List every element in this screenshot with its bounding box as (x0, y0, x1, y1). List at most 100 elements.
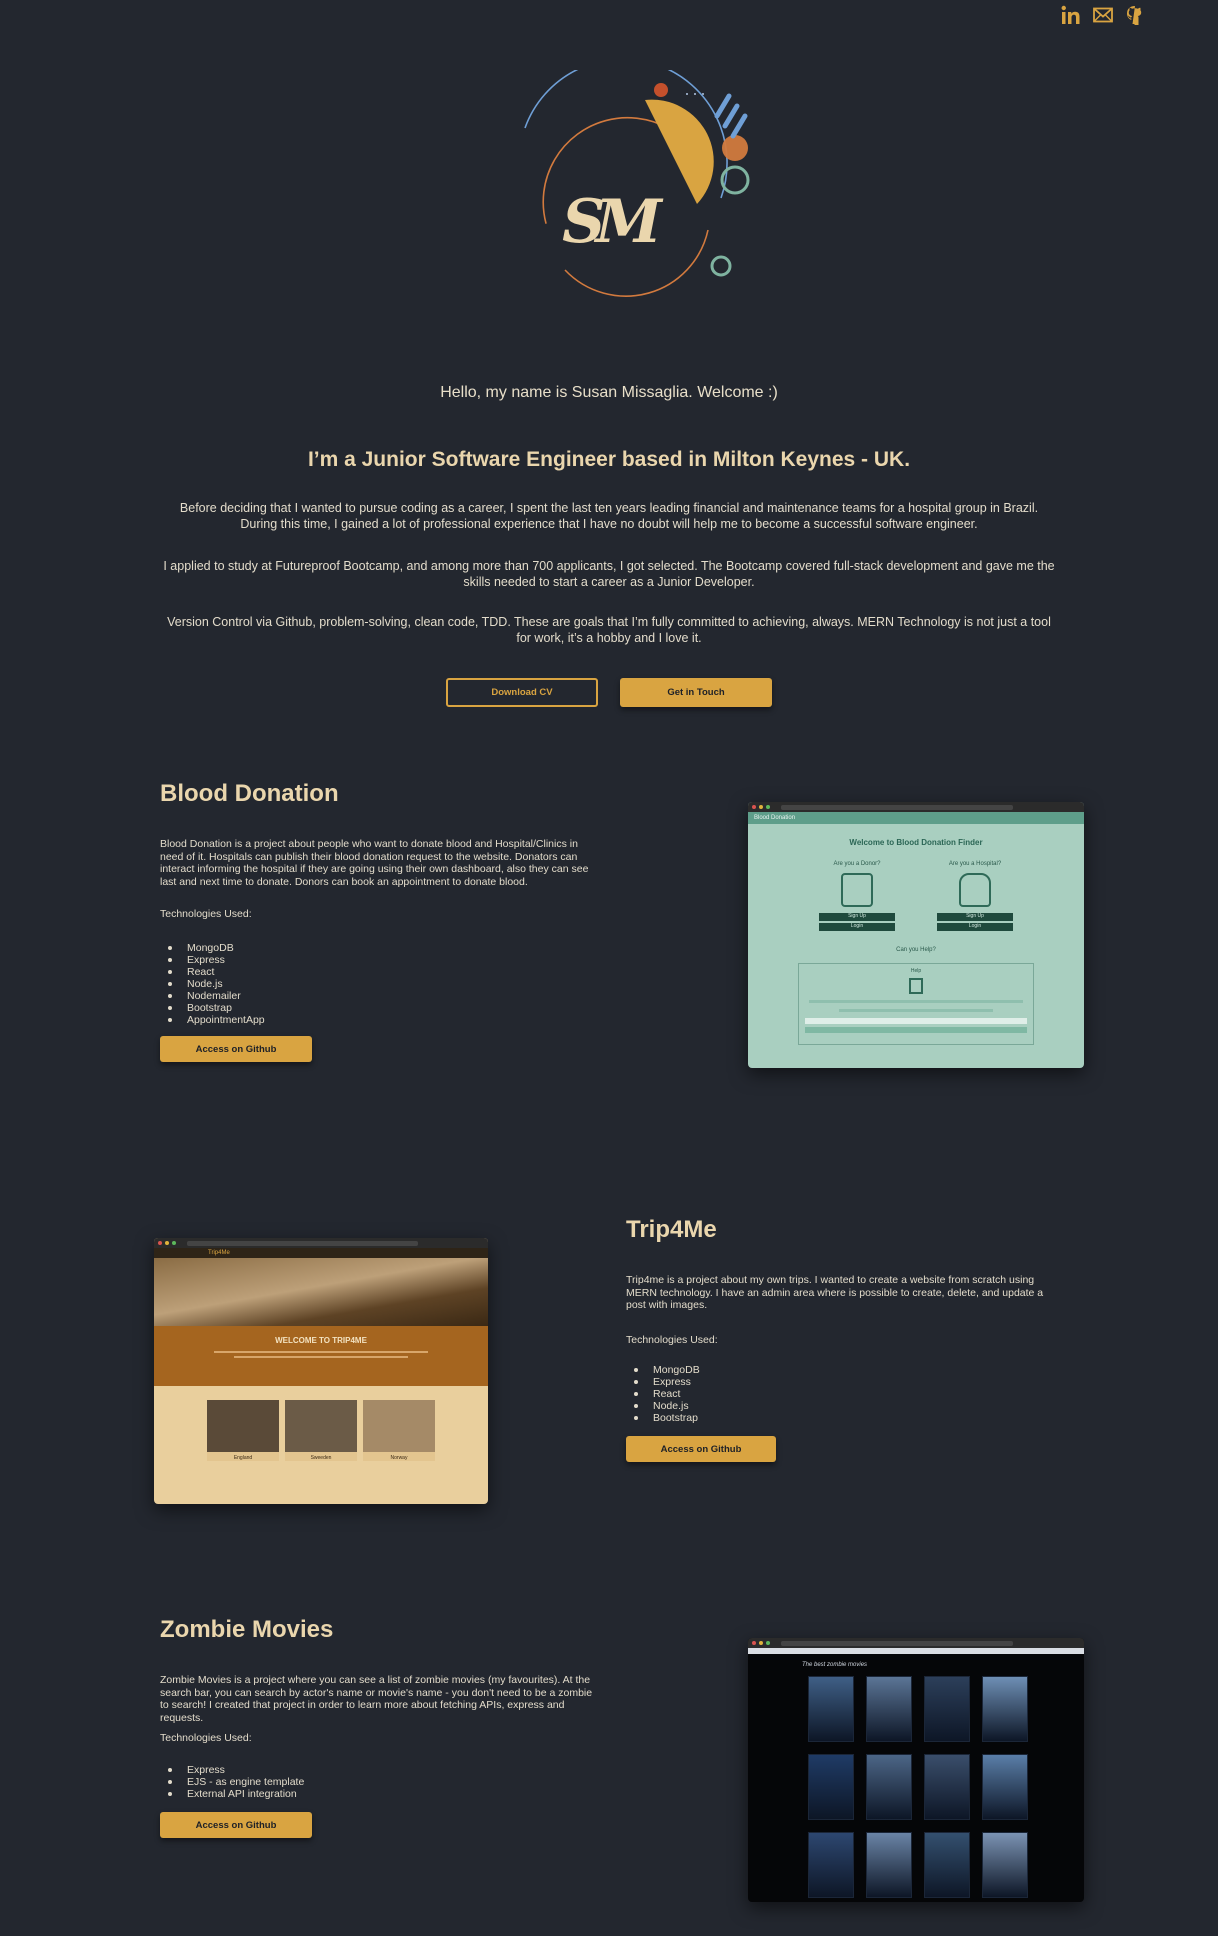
signup-button: Sign Up (819, 913, 895, 921)
list-item: AppointmentApp (160, 1014, 265, 1026)
movie-poster (924, 1676, 970, 1742)
project-screenshot[interactable]: Trip4Me WELCOME TO TRIP4ME England Sweed… (154, 1238, 488, 1504)
help-text-line (809, 1000, 1023, 1003)
list-item: MongoDB (626, 1364, 700, 1376)
linkedin-icon[interactable] (1060, 4, 1082, 26)
screenshot-heading: Welcome to Blood Donation Finder (849, 838, 983, 847)
github-button[interactable]: Access on Github (160, 1812, 312, 1838)
movie-poster (982, 1676, 1028, 1742)
login-button: Login (819, 923, 895, 931)
get-in-touch-button[interactable]: Get in Touch (620, 678, 772, 707)
project-description: Trip4me is a project about my own trips.… (626, 1274, 1044, 1311)
greeting: Hello, my name is Susan Missaglia. Welco… (440, 384, 778, 401)
intro-paragraph: Before deciding that I wanted to pursue … (179, 501, 1039, 531)
movie-poster (866, 1676, 912, 1742)
trip-card-image (285, 1400, 357, 1452)
screenshot-navbar: Blood Donation (748, 812, 1084, 824)
intro-paragraph: Version Control via Github, problem-solv… (167, 615, 1051, 645)
project-title: Trip4Me (626, 1216, 717, 1243)
tech-list: MongoDB Express React Node.js Bootstrap (626, 1364, 700, 1424)
logo-monogram: SM (562, 187, 663, 257)
screenshot-navbar: Trip4Me (154, 1248, 488, 1258)
screenshot-hero-image (154, 1258, 488, 1326)
movie-poster (808, 1832, 854, 1898)
list-item: Bootstrap (160, 1002, 265, 1014)
browser-bar (154, 1238, 488, 1248)
list-item: Express (626, 1376, 700, 1388)
tech-label: Technologies Used: (160, 1732, 252, 1744)
movie-poster (982, 1832, 1028, 1898)
tech-label: Technologies Used: (160, 908, 252, 920)
github-button[interactable]: Access on Github (626, 1436, 776, 1462)
list-item: Node.js (160, 978, 265, 990)
screenshot-cards: Are you a Donor? Sign Up Login Are you a… (748, 861, 1084, 931)
screenshot-banner: WELCOME TO TRIP4ME (154, 1326, 488, 1386)
trip-card-image (363, 1400, 435, 1452)
trip-card: Norway (363, 1400, 435, 1461)
list-item: External API integration (160, 1788, 304, 1800)
mail-icon[interactable] (1092, 4, 1114, 26)
list-item: React (626, 1388, 700, 1400)
help-heading: Can you Help? (896, 947, 936, 953)
trip-card: England (207, 1400, 279, 1461)
intro-paragraph: I applied to study at Futureproof Bootca… (163, 559, 1055, 589)
movie-poster (808, 1676, 854, 1742)
banner-title: WELCOME TO TRIP4ME (275, 1336, 367, 1345)
trip-card: Sweeden (285, 1400, 357, 1461)
hospital-building-icon (909, 978, 923, 994)
list-item: Express (160, 1764, 304, 1776)
trip-card-image (207, 1400, 279, 1452)
hospital-label: Are you a Hospital? (948, 861, 1002, 867)
help-box: Help (798, 963, 1034, 1045)
donor-card: Are you a Donor? Sign Up Login (819, 861, 895, 931)
download-cv-button[interactable]: Download CV (446, 678, 598, 707)
list-item: Express (160, 954, 265, 966)
help-box-title: Help (910, 968, 922, 974)
screenshot-brand: Blood Donation (754, 815, 796, 821)
list-item: MongoDB (160, 942, 265, 954)
hospital-card: Are you a Hospital? Sign Up Login (937, 861, 1013, 931)
donor-label: Are you a Donor? (833, 861, 881, 867)
project-description: Blood Donation is a project about people… (160, 838, 589, 888)
banner-text-line (214, 1351, 428, 1353)
headline: I’m a Junior Software Engineer based in … (307, 448, 911, 471)
github-button[interactable]: Access on Github (160, 1036, 312, 1062)
screenshot-cards: England Sweeden Norway (154, 1400, 488, 1461)
movie-poster (924, 1832, 970, 1898)
screenshot-brand: Trip4Me (208, 1250, 230, 1256)
list-item: React (160, 966, 265, 978)
hospital-icon (959, 873, 991, 907)
browser-bar (748, 802, 1084, 812)
poster-grid (808, 1676, 1084, 1898)
project-title: Blood Donation (160, 780, 339, 807)
movie-poster (808, 1754, 854, 1820)
help-input (805, 1018, 1027, 1024)
list-item: EJS - as engine template (160, 1776, 304, 1788)
tech-list: Express EJS - as engine template Externa… (160, 1764, 304, 1800)
movie-poster (982, 1754, 1028, 1820)
trip-card-label: Norway (390, 1455, 408, 1461)
movie-poster (866, 1832, 912, 1898)
trip-card-label: England (233, 1455, 253, 1461)
list-item: Node.js (626, 1400, 700, 1412)
github-icon[interactable] (1124, 4, 1146, 26)
list-item: Nodemailer (160, 990, 265, 1002)
project-screenshot[interactable]: Blood Donation Welcome to Blood Donation… (748, 802, 1084, 1068)
social-links (1060, 4, 1146, 26)
movie-poster (924, 1754, 970, 1820)
logo-decoration (524, 70, 750, 297)
trip-card-label: Sweeden (310, 1455, 332, 1461)
logo: SM (524, 70, 750, 297)
project-title: Zombie Movies (160, 1616, 334, 1643)
signup-button: Sign Up (937, 913, 1013, 921)
movie-poster (866, 1754, 912, 1820)
screenshot-heading: The best zombie movies (802, 1662, 868, 1668)
donor-icon (841, 873, 873, 907)
help-buttons (805, 1027, 1027, 1033)
login-button: Login (937, 923, 1013, 931)
screenshot-searchbar (748, 1648, 1084, 1654)
tech-list: MongoDB Express React Node.js Nodemailer… (160, 942, 265, 1026)
list-item: Bootstrap (626, 1412, 700, 1424)
project-screenshot[interactable]: The best zombie movies (748, 1638, 1084, 1902)
tech-label: Technologies Used: (626, 1334, 718, 1346)
